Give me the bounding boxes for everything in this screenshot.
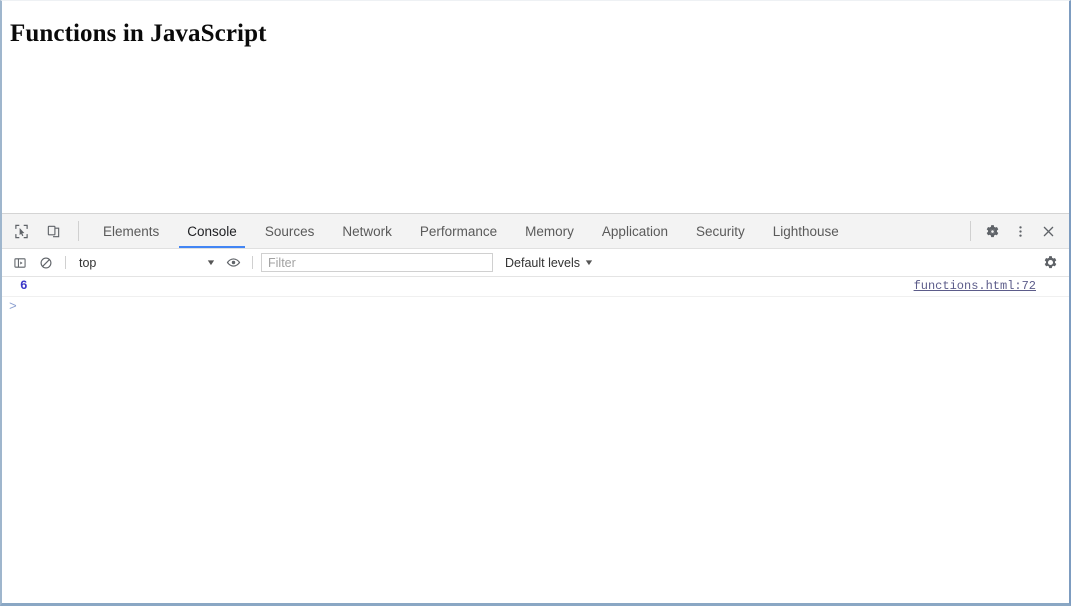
console-message-row[interactable]: 6 functions.html:72 xyxy=(2,277,1069,297)
toolbar-divider xyxy=(78,221,79,241)
tab-network[interactable]: Network xyxy=(328,214,406,248)
console-filter-input[interactable] xyxy=(261,253,493,272)
toolbar-divider xyxy=(65,256,66,269)
toolbar-divider xyxy=(970,221,971,241)
clear-console-icon[interactable] xyxy=(33,250,59,276)
console-levels-select[interactable]: Default levels ▼ xyxy=(505,255,595,270)
tab-console[interactable]: Console xyxy=(173,214,251,248)
tab-label: Performance xyxy=(419,223,498,239)
tab-label: Network xyxy=(342,223,392,239)
devtools-panel: Elements Console Sources Network Perform… xyxy=(2,213,1069,603)
close-icon[interactable] xyxy=(1035,218,1061,244)
tab-label: Application xyxy=(601,223,668,239)
console-settings-gear-icon[interactable] xyxy=(1037,250,1063,276)
devtools-tabbar: Elements Console Sources Network Perform… xyxy=(2,214,1069,249)
gear-icon[interactable] xyxy=(979,218,1005,244)
tab-lighthouse[interactable]: Lighthouse xyxy=(759,214,853,248)
tab-label: Security xyxy=(695,223,745,239)
tab-memory[interactable]: Memory xyxy=(511,214,588,248)
tab-label: Lighthouse xyxy=(772,223,839,239)
toolbar-divider xyxy=(252,256,253,269)
chevron-down-icon: ▼ xyxy=(583,257,595,267)
tab-label: Sources xyxy=(264,223,315,239)
tab-label: Memory xyxy=(525,223,574,239)
devtools-toolbar-icons xyxy=(2,214,85,248)
page-title: Functions in JavaScript xyxy=(10,20,267,47)
console-result-value: 6 xyxy=(20,279,28,293)
tab-elements[interactable]: Elements xyxy=(89,214,173,248)
console-toolbar: top ▼ Default levels ▼ xyxy=(2,249,1069,277)
live-expression-eye-icon[interactable] xyxy=(220,250,246,276)
console-prompt-chevron-icon: > xyxy=(9,299,17,314)
device-toolbar-icon[interactable] xyxy=(40,218,66,244)
console-sidebar-icon[interactable] xyxy=(7,250,33,276)
inspect-element-icon[interactable] xyxy=(8,218,34,244)
tab-sources[interactable]: Sources xyxy=(251,214,329,248)
console-source-link[interactable]: functions.html:72 xyxy=(914,278,1036,294)
devtools-tab-list: Elements Console Sources Network Perform… xyxy=(89,214,964,248)
console-output[interactable]: 6 functions.html:72 > xyxy=(2,277,1069,603)
tab-label: Elements xyxy=(103,223,160,239)
browser-window: Functions in JavaScript Elements Console… xyxy=(0,0,1071,606)
kebab-menu-icon[interactable] xyxy=(1007,218,1033,244)
tab-application[interactable]: Application xyxy=(588,214,682,248)
console-prompt-row[interactable]: > xyxy=(2,297,1069,319)
console-prompt-input[interactable] xyxy=(21,299,1061,315)
tab-performance[interactable]: Performance xyxy=(406,214,511,248)
tab-security[interactable]: Security xyxy=(682,214,759,248)
console-context-select[interactable]: top ▼ xyxy=(72,253,220,273)
page-viewport: Functions in JavaScript xyxy=(2,1,1069,213)
console-levels-label: Default levels xyxy=(505,255,581,270)
console-context-value: top xyxy=(79,255,97,270)
chevron-down-icon: ▼ xyxy=(205,257,217,267)
tab-label: Console xyxy=(187,223,237,239)
devtools-tabbar-actions xyxy=(964,214,1069,248)
